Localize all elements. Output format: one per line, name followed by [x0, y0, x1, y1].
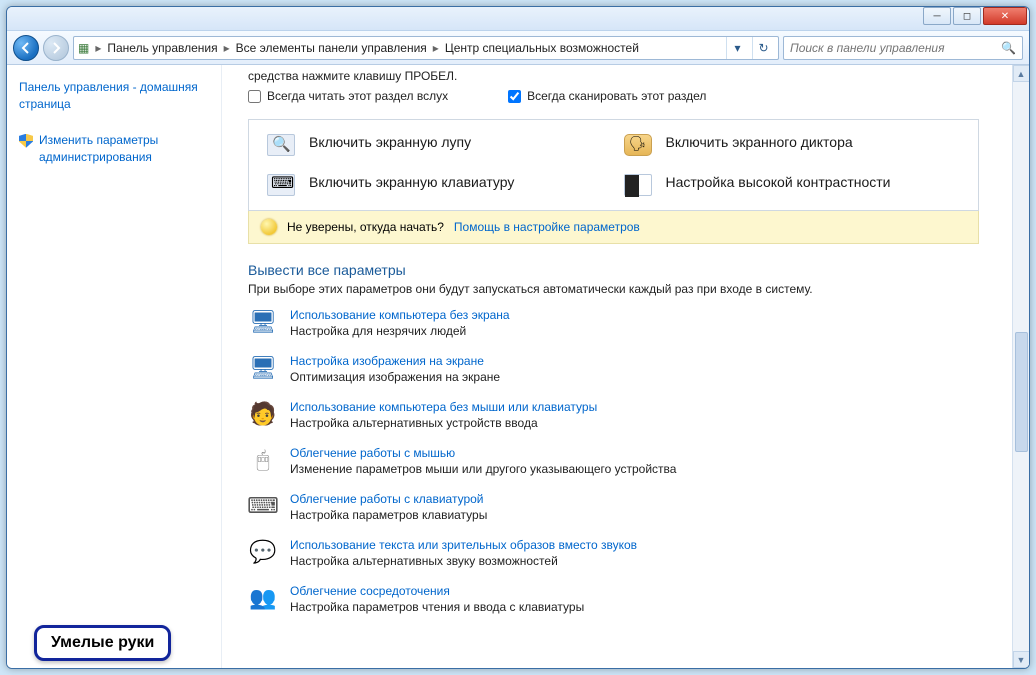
window: ─ ◻ ✕ ▦ ▸ Панель управления ▸ Все элемен… [6, 6, 1030, 669]
option-desc: Оптимизация изображения на экране [290, 370, 500, 384]
contrast-icon [624, 174, 652, 196]
option-desc: Изменение параметров мыши или другого ук… [290, 462, 676, 476]
quick-contrast[interactable]: Настройка высокой контрастности [624, 174, 961, 196]
option-desc: Настройка альтернативных звуку возможнос… [290, 554, 637, 568]
hint-link[interactable]: Помощь в настройке параметров [454, 220, 640, 234]
sidebar-admin-link[interactable]: Изменить параметры администрирования [19, 132, 209, 167]
checkbox-scan-label: Всегда сканировать этот раздел [527, 89, 706, 103]
option-row-1: 🖥 Настройка изображения на экране Оптимиза… [248, 354, 979, 384]
quick-magnifier-label: Включить экранную лупу [309, 134, 471, 152]
checkbox-scan[interactable]: Всегда сканировать этот раздел [508, 89, 706, 103]
checkbox-read-aloud[interactable]: Всегда читать этот раздел вслух [248, 89, 448, 103]
scrollbar[interactable]: ▲ ▼ [1012, 65, 1029, 668]
all-settings-section: Вывести все параметры При выборе этих па… [248, 262, 979, 614]
option-row-4: ⌨ Облегчение работы с клавиатурой Настройк… [248, 492, 979, 522]
section-subtitle: При выборе этих параметров они будут зап… [248, 282, 979, 296]
sidebar: Панель управления - домашняя страница Из… [7, 65, 221, 668]
option-link[interactable]: Настройка изображения на экране [290, 354, 500, 368]
option-icon: 🖱 [248, 446, 278, 474]
quick-narrator-label: Включить экранного диктора [666, 134, 853, 152]
titlebar: ─ ◻ ✕ [7, 7, 1029, 31]
scroll-down-button[interactable]: ▼ [1013, 651, 1030, 668]
option-desc: Настройка для незрячих людей [290, 324, 510, 338]
option-link[interactable]: Облегчение сосредоточения [290, 584, 584, 598]
option-icon: ⌨ [248, 492, 278, 520]
content-area: Панель управления - домашняя страница Из… [7, 65, 1029, 668]
sidebar-home-link[interactable]: Панель управления - домашняя страница [19, 79, 209, 114]
option-link[interactable]: Использование компьютера без мыши или кл… [290, 400, 597, 414]
checkbox-scan-input[interactable] [508, 90, 521, 103]
scroll-thumb[interactable] [1015, 332, 1028, 452]
forward-button[interactable] [43, 35, 69, 61]
quick-keyboard[interactable]: Включить экранную клавиатуру [267, 174, 604, 196]
option-desc: Настройка альтернативных устройств ввода [290, 416, 597, 430]
quick-keyboard-label: Включить экранную клавиатуру [309, 174, 514, 192]
arrow-right-icon [50, 42, 62, 54]
checkbox-read-aloud-input[interactable] [248, 90, 261, 103]
magnifier-icon [267, 134, 295, 156]
sidebar-admin-label[interactable]: Изменить параметры администрирования [39, 132, 209, 167]
breadcrumb-3[interactable]: Центр специальных возможностей [445, 41, 639, 55]
back-button[interactable] [13, 35, 39, 61]
close-button[interactable]: ✕ [983, 7, 1027, 25]
refresh-button[interactable]: ↻ [752, 37, 774, 59]
option-icon: 👥 [248, 584, 278, 612]
minimize-button[interactable]: ─ [923, 7, 951, 25]
address-dropdown-button[interactable]: ▾ [726, 37, 748, 59]
maximize-button[interactable]: ◻ [953, 7, 981, 25]
narrator-icon [624, 134, 652, 156]
breadcrumb-2[interactable]: Все элементы панели управления [236, 41, 427, 55]
checkbox-read-aloud-label: Всегда читать этот раздел вслух [267, 89, 448, 103]
option-desc: Настройка параметров клавиатуры [290, 508, 487, 522]
search-box[interactable]: 🔍 [783, 36, 1023, 60]
breadcrumb-sep: ▸ [222, 41, 232, 55]
breadcrumb-1[interactable]: Панель управления [107, 41, 217, 55]
sidebar-home-label[interactable]: Панель управления - домашняя страница [19, 79, 209, 114]
keyboard-icon [267, 174, 295, 196]
option-icon: 🖥 [248, 308, 278, 336]
hint-question: Не уверены, откуда начать? [287, 220, 444, 234]
section-title: Вывести все параметры [248, 262, 979, 278]
navbar: ▦ ▸ Панель управления ▸ Все элементы пан… [7, 31, 1029, 65]
option-row-3: 🖱 Облегчение работы с мышью Изменение пара… [248, 446, 979, 476]
lightbulb-icon [261, 219, 277, 235]
breadcrumb-sep: ▸ [93, 41, 103, 55]
option-link[interactable]: Использование текста или зрительных обра… [290, 538, 637, 552]
option-row-2: 🧑 Использование компьютера без мыши или к… [248, 400, 979, 430]
quick-contrast-label: Настройка высокой контрастности [666, 174, 891, 192]
option-row-0: 🖥 Использование компьютера без экрана Наст… [248, 308, 979, 338]
quick-narrator[interactable]: Включить экранного диктора [624, 134, 961, 156]
quick-magnifier[interactable]: Включить экранную лупу [267, 134, 604, 156]
breadcrumb-sep: ▸ [431, 41, 441, 55]
control-panel-icon: ▦ [78, 41, 89, 55]
quick-access-panel: Включить экранную лупу Включить экранног… [248, 119, 979, 211]
shield-icon [19, 134, 33, 148]
scroll-track[interactable] [1013, 82, 1030, 651]
search-icon[interactable]: 🔍 [1001, 41, 1016, 55]
option-link[interactable]: Использование компьютера без экрана [290, 308, 510, 322]
search-input[interactable] [790, 41, 995, 55]
option-desc: Настройка параметров чтения и ввода с кл… [290, 600, 584, 614]
watermark-badge: Умелые руки [34, 625, 171, 661]
option-icon: 🧑 [248, 400, 278, 428]
top-truncated-text: средства нажмите клавишу ПРОБЕЛ. Всегда … [222, 65, 999, 113]
option-icon: 💬 [248, 538, 278, 566]
scroll-up-button[interactable]: ▲ [1013, 65, 1030, 82]
hint-bar: Не уверены, откуда начать? Помощь в наст… [248, 211, 979, 244]
option-link[interactable]: Облегчение работы с клавиатурой [290, 492, 487, 506]
option-icon: 🖥 [248, 354, 278, 382]
main-panel: средства нажмите клавишу ПРОБЕЛ. Всегда … [221, 65, 1029, 668]
option-row-5: 💬 Использование текста или зрительных обр… [248, 538, 979, 568]
arrow-left-icon [20, 42, 32, 54]
option-link[interactable]: Облегчение работы с мышью [290, 446, 676, 460]
address-bar[interactable]: ▦ ▸ Панель управления ▸ Все элементы пан… [73, 36, 779, 60]
option-row-6: 👥 Облегчение сосредоточения Настройка пара… [248, 584, 979, 614]
truncated-line: средства нажмите клавишу ПРОБЕЛ. [248, 69, 979, 83]
